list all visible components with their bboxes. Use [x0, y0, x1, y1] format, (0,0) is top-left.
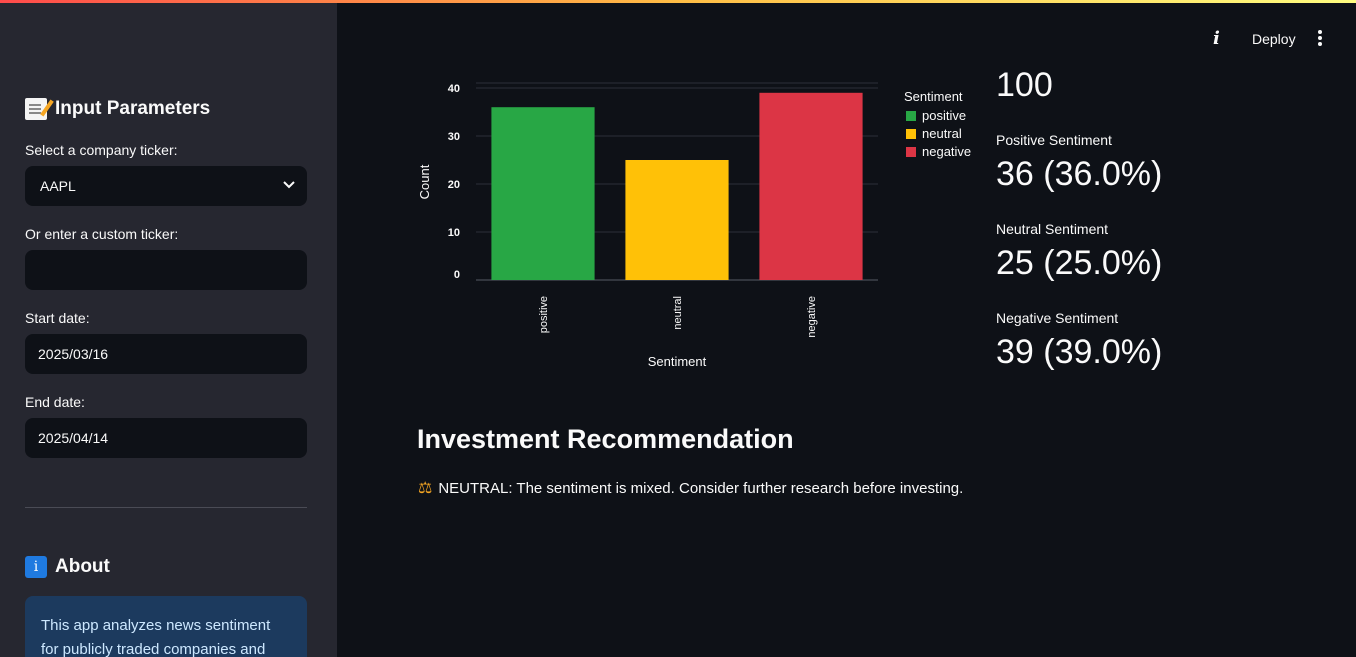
- recommendation-text-row: ⚖ NEUTRAL: The sentiment is mixed. Consi…: [418, 478, 963, 498]
- total-articles-value: 100: [996, 66, 1053, 104]
- top-decoration-bar: [0, 0, 1356, 3]
- neutral-metric-value: 25 (25.0%): [996, 244, 1163, 282]
- sidebar: Input Parameters Select a company ticker…: [0, 0, 337, 657]
- chevron-down-icon: [283, 181, 295, 191]
- x-tick-label: neutral: [672, 296, 684, 330]
- balance-scale-icon: ⚖: [418, 480, 433, 497]
- y-tick-label: 0: [454, 269, 460, 281]
- start-date-label: Start date:: [25, 310, 90, 326]
- legend-item-positive: positive: [922, 108, 966, 123]
- app-info-icon[interactable]: i: [1213, 28, 1220, 49]
- y-tick-label: 40: [448, 83, 460, 95]
- main-menu-icon[interactable]: [1318, 30, 1324, 46]
- legend-swatch-neutral: [906, 129, 916, 139]
- recommendation-heading: Investment Recommendation: [417, 424, 794, 454]
- sentiment-bar-chart: 010203040 positive neutral negative Count …: [417, 82, 971, 369]
- ticker-select-value: AAPL: [40, 178, 76, 194]
- chart-legend: Sentiment positive neutral negative: [904, 89, 971, 159]
- ticker-select[interactable]: AAPL: [25, 166, 307, 206]
- chart-y-ticks: 0 10 20 30 40: [448, 83, 460, 281]
- end-date-label: End date:: [25, 394, 85, 410]
- neutral-metric-label: Neutral Sentiment: [996, 221, 1109, 237]
- about-info-box: This app analyzes news sentiment for pub…: [25, 596, 307, 657]
- legend-swatch-negative: [906, 147, 916, 157]
- end-date-input[interactable]: 2025/04/14: [25, 418, 307, 458]
- legend-item-negative: negative: [922, 144, 971, 159]
- ticker-select-label: Select a company ticker:: [25, 142, 178, 158]
- legend-title: Sentiment: [904, 89, 963, 104]
- positive-metric-label: Positive Sentiment: [996, 132, 1112, 148]
- negative-metric-label: Negative Sentiment: [996, 310, 1119, 326]
- positive-metric-value: 36 (36.0%): [996, 155, 1163, 193]
- recommendation-text: NEUTRAL: The sentiment is mixed. Conside…: [438, 479, 964, 497]
- input-parameters-heading-text: Input Parameters: [55, 98, 211, 119]
- y-tick-label: 30: [448, 131, 460, 143]
- bar-neutral: [625, 160, 729, 280]
- start-date-input[interactable]: 2025/03/16: [25, 334, 307, 374]
- deploy-button[interactable]: Deploy: [1252, 31, 1296, 47]
- y-tick-label: 20: [448, 179, 460, 191]
- chart-x-axis-label: Sentiment: [648, 354, 707, 369]
- bar-negative: [759, 92, 863, 280]
- input-parameters-heading: Input Parameters: [25, 98, 210, 120]
- about-heading-text: About: [55, 556, 110, 577]
- info-icon: i: [25, 556, 47, 578]
- x-tick-label: negative: [806, 296, 818, 338]
- bar-positive: [491, 107, 595, 280]
- y-tick-label: 10: [448, 227, 460, 239]
- sidebar-divider: [25, 507, 307, 508]
- negative-metric-value: 39 (39.0%): [996, 333, 1163, 371]
- about-text: This app analyzes news sentiment for pub…: [41, 617, 271, 657]
- custom-ticker-label: Or enter a custom ticker:: [25, 226, 179, 242]
- chart-bars: [491, 92, 863, 280]
- x-tick-label: positive: [538, 296, 550, 333]
- chart-x-ticks: positive neutral negative: [538, 296, 818, 338]
- memo-icon: [25, 98, 47, 120]
- chart-y-axis-label: Count: [417, 164, 432, 199]
- custom-ticker-input[interactable]: [25, 250, 307, 290]
- about-heading: i About: [25, 556, 110, 578]
- legend-swatch-positive: [906, 111, 916, 121]
- legend-item-neutral: neutral: [922, 126, 962, 141]
